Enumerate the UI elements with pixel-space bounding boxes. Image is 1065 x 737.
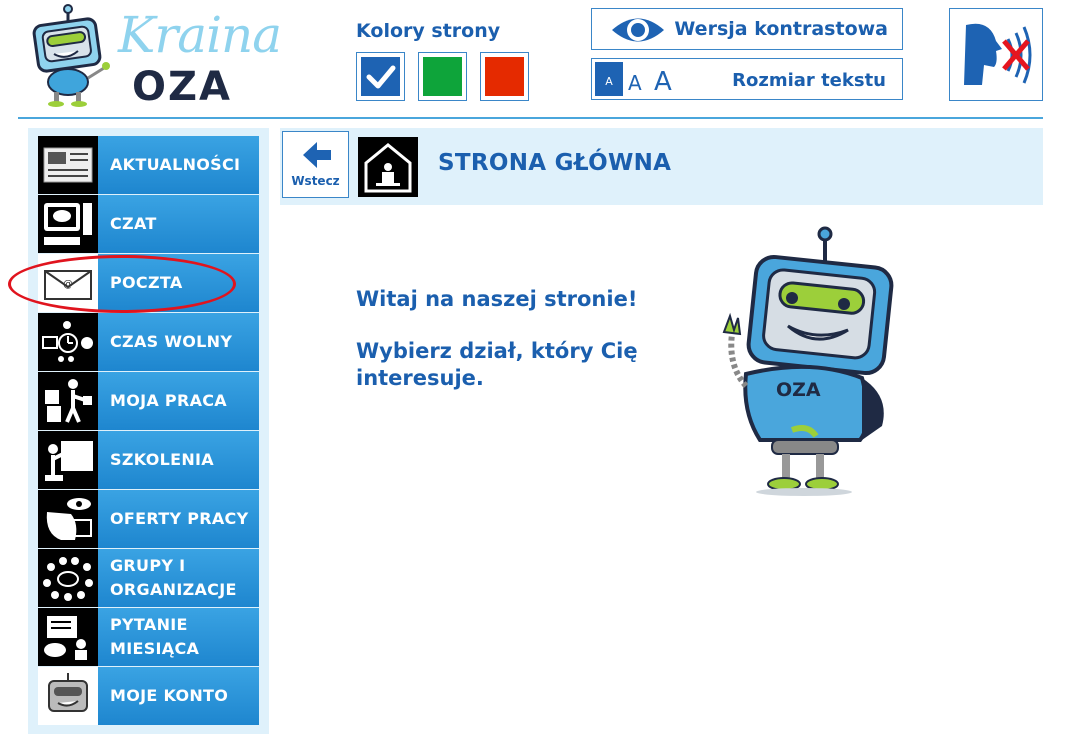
color-blue-button[interactable]: [356, 52, 405, 101]
eye-icon: [612, 18, 664, 42]
logo-text-kraina: Kraina: [118, 6, 282, 64]
text-size-label: Rozmiar tekstu: [732, 70, 886, 91]
page-title: STRONA GŁÓWNA: [438, 150, 672, 176]
sidebar-item-label: CZAT: [110, 214, 157, 233]
sidebar-item-label: CZAS WOLNY: [110, 332, 233, 351]
text-size-medium[interactable]: A: [628, 71, 642, 95]
logo-text-oza: OZA: [132, 64, 232, 110]
sidebar-item-grupy[interactable]: GRUPY I ORGANIZACJE: [38, 549, 259, 608]
groups-icon: [38, 549, 98, 607]
back-button-label: Wstecz: [291, 174, 340, 188]
sidebar-item-poczta[interactable]: @ POCZTA: [38, 254, 259, 313]
home-icon: [358, 137, 418, 197]
site-logo[interactable]: Kraina OZA: [24, 4, 282, 110]
text-size-small[interactable]: A: [595, 62, 623, 96]
mail-envelope-icon: @: [38, 254, 98, 312]
sidebar-item-label: AKTUALNOŚCI: [110, 155, 241, 174]
sidebar-item-moja-praca[interactable]: MOJA PRACA: [38, 372, 259, 431]
newspaper-icon: [38, 136, 98, 194]
checkmark-icon: [366, 65, 395, 88]
free-time-icon: [38, 313, 98, 371]
speech-off-icon: [964, 23, 1032, 85]
sidebar-item-label: MOJE KONTO: [110, 686, 229, 705]
text-size-button[interactable]: A A A Rozmiar tekstu: [591, 58, 903, 100]
choose-section-text: Wybierz dział, który Cię interesuje.: [356, 339, 638, 390]
page-colors-label: Kolory strony: [356, 20, 501, 42]
training-icon: [38, 431, 98, 489]
sidebar-item-label: POCZTA: [110, 273, 183, 292]
sidebar-item-pytanie-miesiaca[interactable]: PYTANIE MIESIĄCA: [38, 608, 259, 667]
back-button[interactable]: Wstecz: [282, 131, 349, 198]
question-month-icon: [38, 608, 98, 666]
sidebar-nav: AKTUALNOŚCI CZAT @ POCZTA CZAS WOLNY MOJ…: [28, 128, 269, 734]
robot-account-icon: [38, 667, 98, 725]
color-green-button[interactable]: [418, 52, 467, 101]
job-offers-icon: [38, 490, 98, 548]
robot-mascot-icon: OZA: [722, 226, 894, 496]
sidebar-item-label: SZKOLENIA: [110, 450, 214, 469]
robot-logo-icon: [32, 4, 110, 107]
arrow-left-icon: [303, 142, 331, 168]
header-divider: [18, 117, 1043, 119]
main-header-bar: Wstecz STRONA GŁÓWNA: [280, 128, 1043, 205]
color-red-button[interactable]: [480, 52, 529, 101]
sidebar-item-czat[interactable]: CZAT: [38, 195, 259, 254]
sidebar-item-szkolenia[interactable]: SZKOLENIA: [38, 431, 259, 490]
sidebar-item-aktualnosci[interactable]: AKTUALNOŚCI: [38, 136, 259, 195]
worker-icon: [38, 372, 98, 430]
sidebar-item-czas-wolny[interactable]: CZAS WOLNY: [38, 313, 259, 372]
svg-text:@: @: [63, 279, 73, 290]
text-size-large[interactable]: A: [654, 67, 672, 97]
sidebar-item-label: GRUPY I ORGANIZACJE: [110, 556, 237, 599]
sidebar-item-moje-konto[interactable]: MOJE KONTO: [38, 667, 259, 726]
sidebar-item-label: OFERTY PRACY: [110, 509, 249, 528]
sidebar-item-label: PYTANIE MIESIĄCA: [110, 615, 200, 658]
sidebar-item-oferty-pracy[interactable]: OFERTY PRACY: [38, 490, 259, 549]
contrast-version-label: Wersja kontrastowa: [674, 18, 888, 40]
speech-toggle-button[interactable]: [949, 8, 1043, 101]
welcome-text: Witaj na naszej stronie!: [356, 287, 638, 311]
robot-badge-text: OZA: [776, 379, 821, 401]
sidebar-item-label: MOJA PRACA: [110, 391, 227, 410]
contrast-version-button[interactable]: Wersja kontrastowa: [591, 8, 903, 50]
computer-chat-icon: [38, 195, 98, 253]
